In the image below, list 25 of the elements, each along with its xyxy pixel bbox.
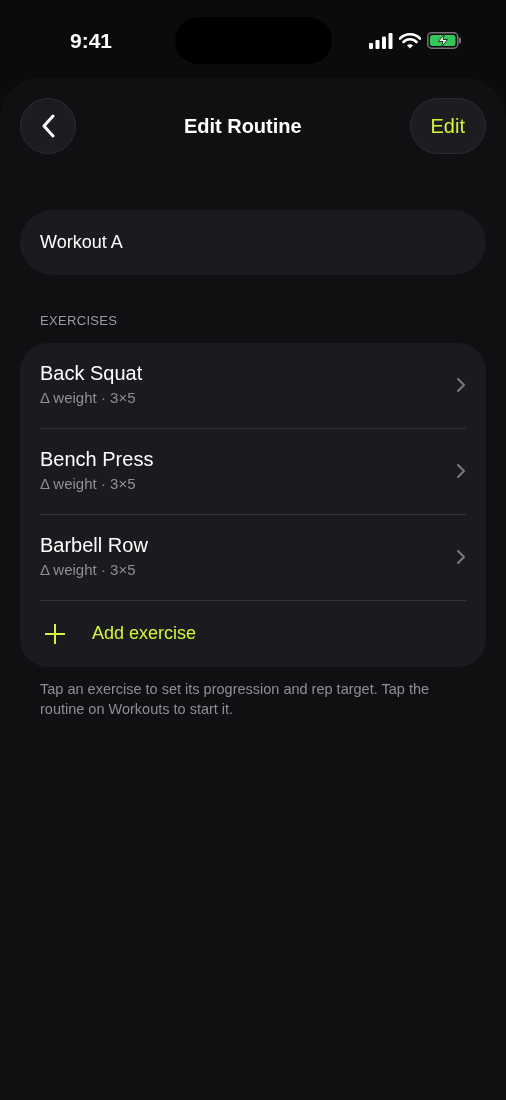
exercise-detail: Δ weight · 3×5 <box>40 388 137 408</box>
chevron-right-icon <box>456 463 466 479</box>
exercise-detail: Δ weight · 3×5 <box>40 560 137 580</box>
back-button[interactable] <box>20 98 76 154</box>
wifi-icon <box>399 32 421 49</box>
battery-charging-icon <box>427 32 462 49</box>
exercise-name: Barbell Row <box>40 533 148 558</box>
footnote: Tap an exercise to set its progression and rep target. Tap the routine on Workouts to start it. <box>39 679 431 719</box>
signal-icon <box>369 32 393 49</box>
exercise-row[interactable]: Back Squat Δ weight · 3×5 <box>40 342 466 429</box>
section-label: EXERCISES <box>39 312 119 330</box>
edit-button[interactable]: Edit <box>409 98 486 154</box>
plus-icon <box>44 622 66 645</box>
back-chevron-icon <box>41 114 55 138</box>
routine-name-field[interactable]: Workout A <box>20 210 486 275</box>
exercise-detail: Δ weight · 3×5 <box>40 474 137 494</box>
status-time: 9:41 <box>70 28 113 54</box>
chevron-right-icon <box>456 377 466 393</box>
screen-title: Edit Routine <box>183 114 302 139</box>
exercise-name: Back Squat <box>40 361 143 386</box>
add-exercise-button[interactable]: Add exercise <box>40 600 466 667</box>
exercise-name: Bench Press <box>40 447 154 472</box>
exercise-row[interactable]: Barbell Row Δ weight · 3×5 <box>40 514 466 601</box>
chevron-right-icon <box>456 549 466 565</box>
exercise-row[interactable]: Bench Press Δ weight · 3×5 <box>40 428 466 515</box>
